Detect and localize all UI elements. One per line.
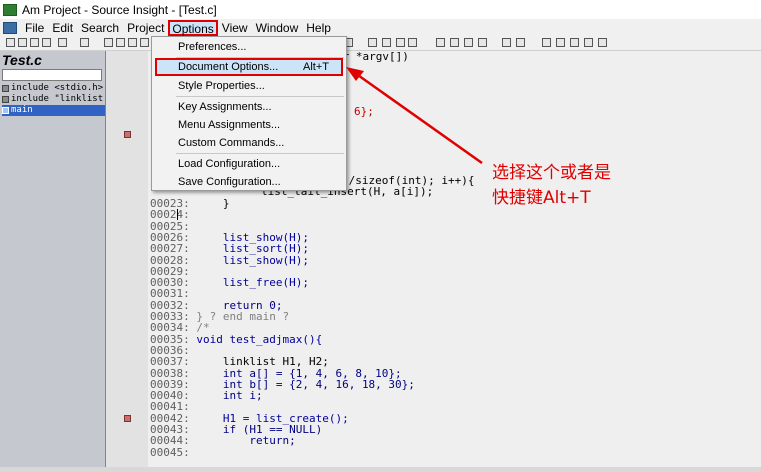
toolbar-button-icon[interactable]: [570, 38, 579, 47]
menu-item-label: Save Configuration...: [178, 176, 281, 188]
symbol-window: Test.c include <stdio.h> include "linkli…: [0, 51, 106, 467]
menu-item-load-configuration[interactable]: Load Configuration...: [152, 155, 346, 173]
menu-item-custom-commands[interactable]: Custom Commands...: [152, 134, 346, 152]
save-icon[interactable]: [30, 38, 39, 47]
menu-file[interactable]: File: [21, 20, 48, 36]
menu-item-menu-assignments[interactable]: Menu Assignments...: [152, 116, 346, 134]
save-all-icon[interactable]: [42, 38, 51, 47]
code-text: list_show(H);: [196, 253, 309, 267]
open-folder-icon[interactable]: [18, 38, 27, 47]
toolbar-button-icon[interactable]: [368, 38, 377, 47]
menu-item-label: Key Assignments...: [178, 101, 272, 113]
toolbar-button-icon[interactable]: [382, 38, 391, 47]
menu-item-label: Style Properties...: [178, 80, 265, 92]
close-file-icon[interactable]: [58, 38, 67, 47]
symbol-filter-input[interactable]: [2, 69, 102, 81]
menu-item-key-assignments[interactable]: Key Assignments...: [152, 98, 346, 116]
toolbar-button-icon[interactable]: [478, 38, 487, 47]
document-system-icon[interactable]: [3, 22, 17, 34]
code-text: list_free(H);: [196, 276, 309, 290]
code-line: 00045:: [150, 447, 196, 458]
menu-help[interactable]: Help: [302, 20, 335, 36]
code-fragment: 6};: [354, 105, 374, 118]
toolbar-button-icon[interactable]: [556, 38, 565, 47]
menu-options[interactable]: Options: [168, 20, 218, 36]
menu-item-shortcut: Alt+T: [303, 61, 329, 73]
symbol-label: include <stdio.h>: [11, 83, 104, 93]
code-text: void test_adjmax(){: [196, 332, 323, 346]
status-bar: [0, 467, 761, 472]
print-icon[interactable]: [80, 38, 89, 47]
symbol-list-item-selected[interactable]: main: [2, 105, 105, 116]
symbol-label: include "linklist.h: [11, 94, 105, 104]
copy-icon[interactable]: [116, 38, 125, 47]
toolbar-button-icon[interactable]: [516, 38, 525, 47]
code-text: int i;: [196, 389, 263, 403]
toolbar: [0, 37, 761, 51]
toolbar-button-icon[interactable]: [408, 38, 417, 47]
toolbar-button-icon[interactable]: [450, 38, 459, 47]
options-menu-dropdown: Preferences... Document Options... Alt+T…: [151, 36, 347, 191]
menu-project[interactable]: Project: [123, 20, 168, 36]
symbol-list: include <stdio.h> include "linklist.h ma…: [2, 83, 105, 116]
text-cursor: [177, 209, 178, 220]
menu-item-label: Menu Assignments...: [178, 119, 281, 131]
toolbar-button-icon[interactable]: [396, 38, 405, 47]
menu-item-label: Load Configuration...: [178, 158, 281, 170]
window-title: Am Project - Source Insight - [Test.c]: [22, 2, 217, 17]
menu-item-document-options[interactable]: Document Options... Alt+T: [155, 58, 343, 76]
menu-item-save-configuration[interactable]: Save Configuration...: [152, 173, 346, 191]
menu-window[interactable]: Window: [252, 20, 303, 36]
paste-icon[interactable]: [128, 38, 137, 47]
toolbar-button-icon[interactable]: [598, 38, 607, 47]
cut-icon[interactable]: [104, 38, 113, 47]
code-text: } ? end main ?: [196, 310, 290, 323]
toolbar-button-icon[interactable]: [464, 38, 473, 47]
code-text: return;: [196, 434, 296, 448]
line-number: 00045:: [150, 445, 190, 459]
menu-separator: [176, 153, 344, 154]
breakpoint-marker-icon[interactable]: [124, 131, 131, 138]
undo-icon[interactable]: [140, 38, 149, 47]
menu-view[interactable]: View: [218, 20, 252, 36]
menu-item-label: Document Options...: [178, 61, 279, 73]
new-file-icon[interactable]: [6, 38, 15, 47]
annotation-line-1: 选择这个或者是: [492, 163, 611, 183]
source-insight-app-icon: [3, 3, 17, 16]
toolbar-button-icon[interactable]: [436, 38, 445, 47]
symbol-window-file-title: Test.c: [2, 52, 42, 68]
menu-separator: [176, 96, 344, 97]
annotation-line-2: 快捷键Alt+T: [492, 188, 591, 208]
menu-item-preferences[interactable]: Preferences...: [152, 38, 346, 56]
function-icon: [2, 107, 9, 114]
menu-edit[interactable]: Edit: [48, 20, 77, 36]
menu-bar: File Edit Search Project Options View Wi…: [0, 19, 761, 37]
include-icon: [2, 85, 9, 92]
toolbar-button-icon[interactable]: [542, 38, 551, 47]
code-text: }: [196, 197, 230, 210]
symbol-list-item[interactable]: include "linklist.h: [2, 94, 105, 105]
include-icon: [2, 96, 9, 103]
menu-item-style-properties[interactable]: Style Properties...: [152, 77, 346, 95]
menu-item-label: Custom Commands...: [178, 137, 285, 149]
editor-gutter[interactable]: [106, 51, 148, 467]
breakpoint-marker-icon[interactable]: [124, 415, 131, 422]
menu-search[interactable]: Search: [77, 20, 123, 36]
title-bar: Am Project - Source Insight - [Test.c]: [0, 0, 761, 19]
toolbar-button-icon[interactable]: [584, 38, 593, 47]
menu-item-label: Preferences...: [178, 41, 247, 53]
symbol-list-item[interactable]: include <stdio.h>: [2, 83, 105, 94]
symbol-label: main: [11, 105, 33, 115]
annotation-text: 选择这个或者是 快捷键Alt+T: [492, 161, 611, 211]
toolbar-button-icon[interactable]: [502, 38, 511, 47]
